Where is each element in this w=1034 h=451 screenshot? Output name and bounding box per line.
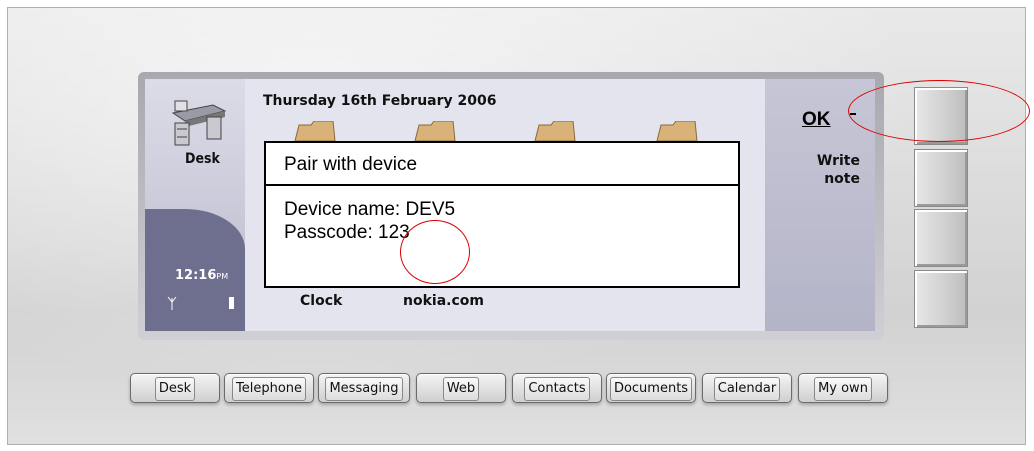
tab-calendar[interactable]: Calendar (702, 373, 792, 403)
tab-documents[interactable]: Documents (606, 373, 696, 403)
battery-icon (229, 297, 234, 309)
tab-my-own[interactable]: My own (798, 373, 888, 403)
tab-telephone[interactable]: Telephone (224, 373, 314, 403)
dialog-title: Pair with device (266, 143, 738, 186)
tab-messaging[interactable]: Messaging (318, 373, 410, 403)
tab-web-label: Web (442, 377, 480, 401)
folder-icon[interactable] (533, 121, 577, 141)
softkey-4[interactable] (914, 270, 968, 328)
write-note-line2: note (824, 171, 860, 187)
passcode-label: Passcode: (284, 222, 378, 243)
clock-time: 12:16 (175, 268, 217, 283)
clock-suffix: PM (216, 272, 229, 281)
annotation-circle-passcode (400, 220, 470, 284)
desktop-item-clock[interactable]: Clock (300, 293, 342, 309)
clock-readout: 12:16PM (175, 268, 228, 283)
dialog-body: Device name: DEV5 Passcode: 123 (266, 186, 738, 244)
desk-label: Desk (185, 151, 220, 167)
folder-icon[interactable] (655, 121, 699, 141)
tab-desk[interactable]: Desk (130, 373, 220, 403)
tab-messaging-label: Messaging (325, 377, 403, 401)
left-panel: Desk 12:16PM (145, 79, 245, 331)
tab-web[interactable]: Web (416, 373, 506, 403)
signal-icon (167, 296, 177, 310)
tab-contacts-label: Contacts (524, 377, 590, 401)
folder-icon[interactable] (413, 121, 457, 141)
folder-icon[interactable] (293, 121, 337, 141)
softkey-2[interactable] (914, 149, 968, 207)
tab-documents-label: Documents (609, 377, 693, 401)
ok-softkey-label[interactable]: OK (802, 109, 831, 131)
desktop-item-nokia[interactable]: nokia.com (403, 293, 484, 309)
device-name-text: Device name: DEV5 (284, 199, 456, 220)
softkey-3[interactable] (914, 209, 968, 267)
write-note-line1: Write (816, 153, 860, 169)
desk-icon[interactable] (167, 99, 227, 149)
pair-device-dialog: Pair with device Device name: DEV5 Passc… (264, 141, 740, 288)
tab-calendar-label: Calendar (713, 377, 781, 401)
tab-desk-label: Desk (154, 377, 196, 401)
tab-contacts[interactable]: Contacts (512, 373, 602, 403)
passcode-row: Passcode: 123 (284, 221, 738, 244)
date-header: Thursday 16th February 2006 (263, 93, 497, 109)
write-note-softkey-label[interactable]: Write note (770, 152, 860, 188)
tab-telephone-label: Telephone (231, 377, 307, 401)
tab-my-own-label: My own (814, 377, 872, 401)
annotation-circle-ok (848, 80, 1030, 142)
